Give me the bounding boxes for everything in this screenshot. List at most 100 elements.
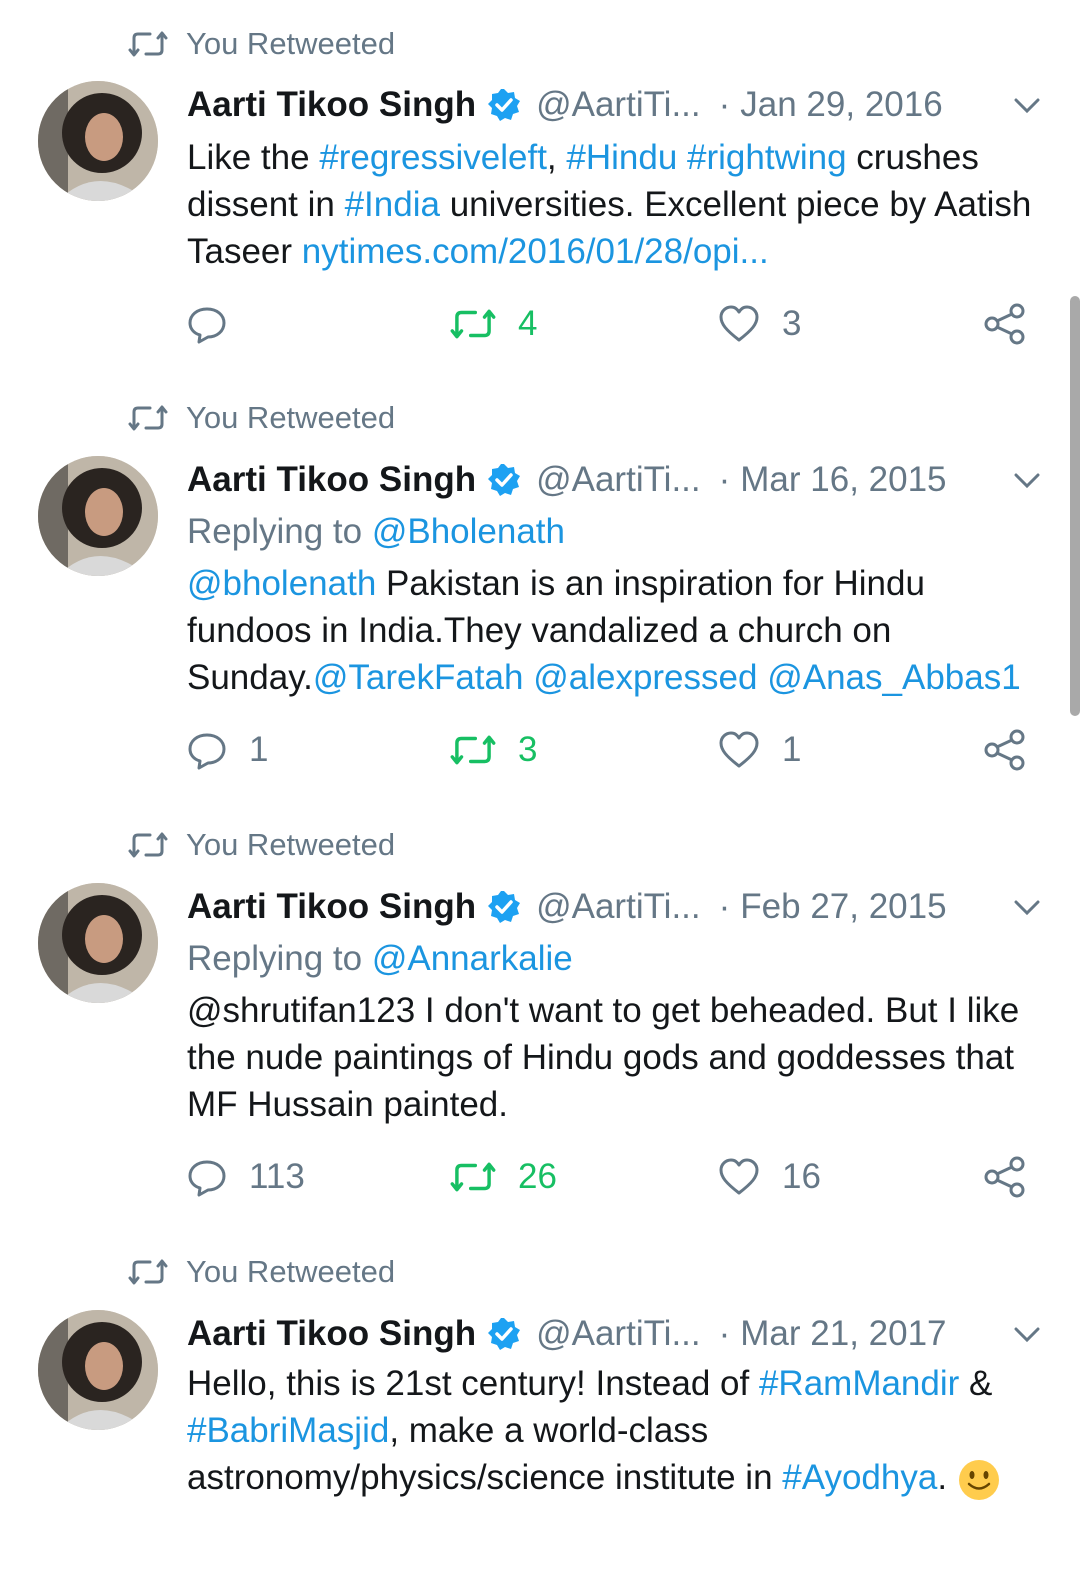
tweet-text-segment bbox=[523, 658, 533, 697]
tweet-text-segment: Hello, this is 21st century! Instead of bbox=[187, 1364, 759, 1403]
reply-button[interactable]: 113 bbox=[187, 1152, 305, 1202]
replying-to-handle[interactable]: @Bholenath bbox=[372, 512, 565, 551]
verified-badge-icon bbox=[488, 89, 521, 121]
tweet-header: Aarti Tikoo Singh @AartiTi... · Mar 21, … bbox=[187, 1311, 1080, 1357]
retweet-icon bbox=[128, 1259, 168, 1285]
reply-icon bbox=[188, 733, 226, 770]
hashtag-link[interactable]: #Hindu bbox=[566, 138, 677, 177]
share-icon bbox=[984, 303, 1025, 345]
replying-to: Replying to @Annarkalie bbox=[187, 939, 573, 979]
author-handle[interactable]: @AartiTi... bbox=[536, 887, 701, 927]
hashtag-link[interactable]: #Ayodhya bbox=[782, 1458, 937, 1497]
tweet-text-segment: @shrutifan123 I don't want to get behead… bbox=[187, 991, 1020, 1124]
avatar[interactable] bbox=[38, 81, 158, 201]
tweet-text: Like the #regressiveleft, #Hindu #rightw… bbox=[187, 134, 1037, 275]
mention-link[interactable]: @alexpressed bbox=[533, 658, 757, 697]
author-handle[interactable]: @AartiTi... bbox=[536, 1314, 701, 1354]
author-name[interactable]: Aarti Tikoo Singh bbox=[187, 460, 476, 500]
retweet-label: You Retweeted bbox=[186, 827, 396, 862]
separator-dot: · bbox=[718, 460, 731, 499]
retweet-label: You Retweeted bbox=[186, 400, 396, 435]
retweet-icon bbox=[128, 405, 168, 431]
tweet-text-segment: Like the bbox=[187, 138, 320, 177]
reply-icon bbox=[188, 307, 226, 344]
share-icon bbox=[984, 1156, 1025, 1198]
mention-link[interactable]: @Anas_Abbas1 bbox=[767, 658, 1020, 697]
tweet-actions: 113 26 16 bbox=[0, 1152, 1080, 1202]
retweet-label: You Retweeted bbox=[186, 26, 396, 61]
reply-button[interactable]: 1 bbox=[187, 725, 268, 775]
author-handle[interactable]: @AartiTi... bbox=[536, 460, 701, 500]
replying-prefix: Replying to bbox=[187, 512, 372, 551]
heart-icon bbox=[719, 1158, 759, 1195]
verified-badge-icon bbox=[488, 464, 521, 496]
author-name[interactable]: Aarti Tikoo Singh bbox=[187, 887, 476, 927]
share-button[interactable] bbox=[984, 725, 1026, 775]
like-button[interactable]: 3 bbox=[718, 299, 801, 349]
tweet-date[interactable]: Mar 21, 2017 bbox=[740, 1314, 946, 1354]
replying-prefix: Replying to bbox=[187, 939, 372, 978]
avatar[interactable] bbox=[38, 1310, 158, 1430]
smiling-face-emoji-icon bbox=[958, 1459, 999, 1500]
hashtag-link[interactable]: #India bbox=[345, 185, 440, 224]
heart-icon bbox=[719, 305, 759, 342]
author-handle[interactable]: @AartiTi... bbox=[536, 85, 701, 125]
chevron-down-icon[interactable] bbox=[1012, 90, 1042, 120]
retweet-count: 3 bbox=[518, 730, 538, 769]
retweet-icon bbox=[450, 735, 496, 765]
hashtag-link[interactable]: #BabriMasjid bbox=[187, 1411, 389, 1450]
reply-count: 113 bbox=[249, 1157, 305, 1196]
like-count: 1 bbox=[782, 730, 802, 769]
mention-link[interactable]: @bholenath bbox=[187, 564, 376, 603]
tweet-date[interactable]: Feb 27, 2015 bbox=[740, 887, 946, 927]
verified-badge-icon bbox=[488, 891, 521, 923]
tweet-header: Aarti Tikoo Singh @AartiTi... · Feb 27, … bbox=[187, 884, 1080, 930]
replying-to-handle[interactable]: @Annarkalie bbox=[372, 939, 573, 978]
scrollbar[interactable] bbox=[1070, 296, 1080, 716]
tweet[interactable]: You Retweeted Aarti Tikoo Singh @AartiTi… bbox=[0, 372, 1080, 801]
hashtag-link[interactable]: #RamMandir bbox=[759, 1364, 959, 1403]
retweet-button[interactable]: 3 bbox=[450, 725, 537, 775]
share-button[interactable] bbox=[984, 299, 1026, 349]
reply-icon bbox=[188, 1160, 226, 1197]
retweet-count: 26 bbox=[518, 1157, 557, 1196]
url-link[interactable]: nytimes.com/2016/01/28/opi... bbox=[302, 232, 769, 271]
tweet-text-segment: . bbox=[937, 1458, 957, 1497]
avatar[interactable] bbox=[38, 456, 158, 576]
chevron-down-icon[interactable] bbox=[1012, 1319, 1042, 1349]
retweet-icon bbox=[128, 31, 168, 57]
like-button[interactable]: 16 bbox=[718, 1152, 821, 1202]
like-button[interactable]: 1 bbox=[718, 725, 801, 775]
tweet[interactable]: You Retweeted Aarti Tikoo Singh @AartiTi… bbox=[0, 0, 1080, 374]
author-name[interactable]: Aarti Tikoo Singh bbox=[187, 85, 476, 125]
retweet-context: You Retweeted bbox=[128, 1252, 395, 1292]
replying-to: Replying to @Bholenath bbox=[187, 512, 565, 552]
separator-dot: · bbox=[718, 85, 731, 124]
avatar[interactable] bbox=[38, 883, 158, 1003]
tweet-text-segment bbox=[757, 658, 767, 697]
tweet-actions: 1 3 1 bbox=[0, 725, 1080, 775]
tweet-actions: 4 3 bbox=[0, 299, 1080, 349]
tweet[interactable]: You Retweeted Aarti Tikoo Singh @AartiTi… bbox=[0, 799, 1080, 1228]
reply-button[interactable] bbox=[187, 299, 249, 349]
tweet[interactable]: You Retweeted Aarti Tikoo Singh @AartiTi… bbox=[0, 1226, 1080, 1595]
like-count: 16 bbox=[782, 1157, 821, 1196]
hashtag-link[interactable]: #rightwing bbox=[687, 138, 847, 177]
retweet-button[interactable]: 4 bbox=[450, 299, 537, 349]
retweet-icon bbox=[128, 832, 168, 858]
heart-icon bbox=[719, 731, 759, 768]
retweet-button[interactable]: 26 bbox=[450, 1152, 557, 1202]
tweet-text: @shrutifan123 I don't want to get behead… bbox=[187, 987, 1037, 1128]
share-button[interactable] bbox=[984, 1152, 1026, 1202]
hashtag-link[interactable]: #regressiveleft bbox=[319, 138, 547, 177]
tweet-header: Aarti Tikoo Singh @AartiTi... · Mar 16, … bbox=[187, 457, 1080, 503]
tweet-date[interactable]: Mar 16, 2015 bbox=[740, 460, 946, 500]
mention-link[interactable]: @TarekFatah bbox=[313, 658, 524, 697]
retweet-icon bbox=[450, 1162, 496, 1192]
like-count: 3 bbox=[782, 304, 802, 343]
chevron-down-icon[interactable] bbox=[1012, 465, 1042, 495]
chevron-down-icon[interactable] bbox=[1012, 892, 1042, 922]
author-name[interactable]: Aarti Tikoo Singh bbox=[187, 1314, 476, 1354]
verified-badge-icon bbox=[488, 1318, 521, 1350]
tweet-date[interactable]: Jan 29, 2016 bbox=[740, 85, 942, 125]
